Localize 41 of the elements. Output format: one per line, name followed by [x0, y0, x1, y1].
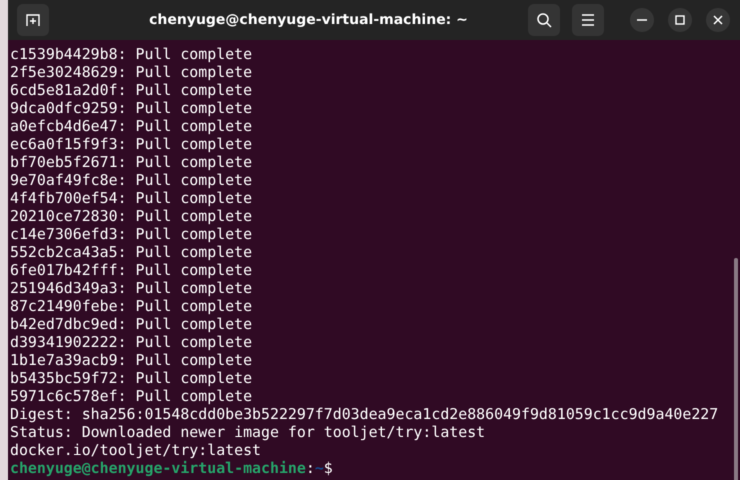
terminal-line: bf70eb5f2671: Pull complete [10, 153, 254, 171]
terminal-line: Digest: sha256:01548cdd0be3b522297f7d03dea9eca1cd2e886049f9d81059c1cc9d9a40e227 [10, 405, 720, 423]
terminal-line: c1539b4429b8: Pull complete [10, 45, 254, 63]
maximize-button[interactable] [668, 8, 692, 32]
terminal-line: 5971c6c578ef: Pull complete [10, 387, 254, 405]
terminal-line: d39341902222: Pull complete [10, 333, 254, 351]
terminal-line: 87c21490febe: Pull complete [10, 297, 254, 315]
search-button[interactable] [528, 4, 560, 36]
minimize-icon [637, 19, 647, 21]
prompt-symbol: $ [324, 459, 333, 477]
minimize-button[interactable] [630, 8, 654, 32]
terminal-line: a0efcb4d6e47: Pull complete [10, 117, 254, 135]
terminal-line: ec6a0f15f9f3: Pull complete [10, 135, 254, 153]
terminal-line: 20210ce72830: Pull complete [10, 207, 254, 225]
close-button[interactable] [706, 8, 730, 32]
menu-icon [581, 14, 595, 26]
terminal-line: b42ed7dbc9ed: Pull complete [10, 315, 254, 333]
terminal-line: 9dca0dfc9259: Pull complete [10, 99, 254, 117]
new-tab-icon [25, 12, 41, 28]
prompt-separator: : [306, 459, 315, 477]
new-tab-button[interactable] [17, 4, 49, 36]
prompt-path: ~ [314, 459, 324, 477]
terminal-line: 2f5e30248629: Pull complete [10, 63, 254, 81]
terminal-line: 9e70af49fc8e: Pull complete [10, 171, 254, 189]
terminal-line: 1b1e7a39acb9: Pull complete [10, 351, 254, 369]
terminal-line: 552cb2ca43a5: Pull complete [10, 243, 254, 261]
terminal-line: c14e7306efd3: Pull complete [10, 225, 254, 243]
terminal-line: b5435bc59f72: Pull complete [10, 369, 254, 387]
scrollbar[interactable] [734, 258, 738, 480]
menu-button[interactable] [572, 4, 604, 36]
terminal-line: 6cd5e81a2d0f: Pull complete [10, 81, 254, 99]
window-title: chenyuge@chenyuge-virtual-machine: ~ [148, 12, 469, 28]
maximize-icon [675, 15, 685, 25]
search-icon [536, 12, 552, 28]
terminal-line: Status: Downloaded newer image for tooljet/try:latest [10, 423, 486, 441]
terminal-line: 251946d349a3: Pull complete [10, 279, 254, 297]
prompt-user-host: chenyuge@chenyuge-virtual-machine [10, 459, 306, 477]
terminal-line: 4f4fb700ef54: Pull complete [10, 189, 254, 207]
terminal-line: 6fe017b42fff: Pull complete [10, 261, 254, 279]
terminal-line: docker.io/tooljet/try:latest [10, 441, 262, 459]
close-icon [713, 15, 723, 25]
